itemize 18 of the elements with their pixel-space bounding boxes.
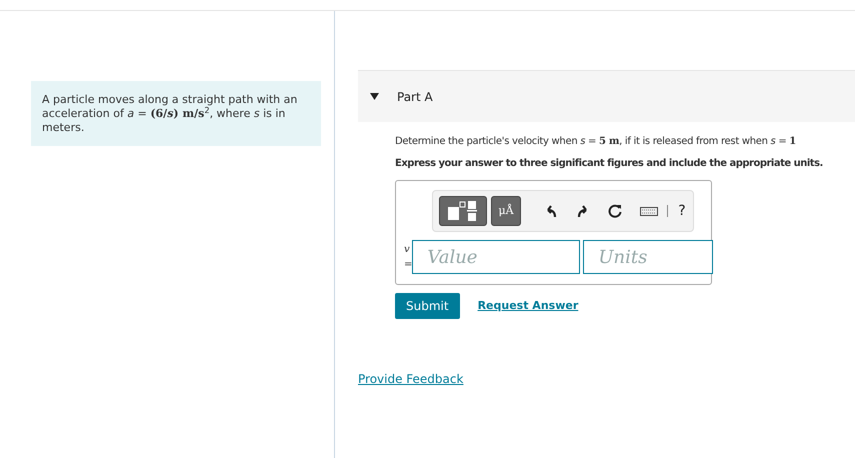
redo-icon bbox=[576, 204, 590, 218]
instruction-text: Express your answer to three significant figures and include the appropriate units. bbox=[395, 157, 824, 171]
templates-button[interactable] bbox=[439, 196, 487, 226]
units-button[interactable]: μÅ bbox=[491, 196, 521, 226]
units-field[interactable]: Units bbox=[583, 240, 714, 274]
variable-label: v = bbox=[404, 243, 412, 272]
templates-icon bbox=[448, 201, 478, 221]
value-field[interactable]: Value bbox=[412, 240, 580, 274]
problem-statement: A particle moves along a straight path with an acceleration of a = (6/s) m/s$^{2}$, where s is in meters. bbox=[31, 81, 321, 146]
feedback-link[interactable]: Provide Feedback bbox=[358, 372, 464, 386]
reset-icon bbox=[608, 204, 622, 218]
part-title: Part A bbox=[397, 88, 433, 106]
question-text: Determine the particle's velocity when s = 5 m, if it is released from rest when s = 1 bbox=[395, 135, 797, 149]
submit-button[interactable]: Submit bbox=[395, 293, 460, 319]
help-button[interactable]: ? bbox=[672, 196, 692, 226]
request-answer-link[interactable]: Request Answer bbox=[478, 298, 578, 314]
undo-icon bbox=[544, 204, 558, 218]
collapse-caret-icon[interactable] bbox=[370, 93, 379, 100]
